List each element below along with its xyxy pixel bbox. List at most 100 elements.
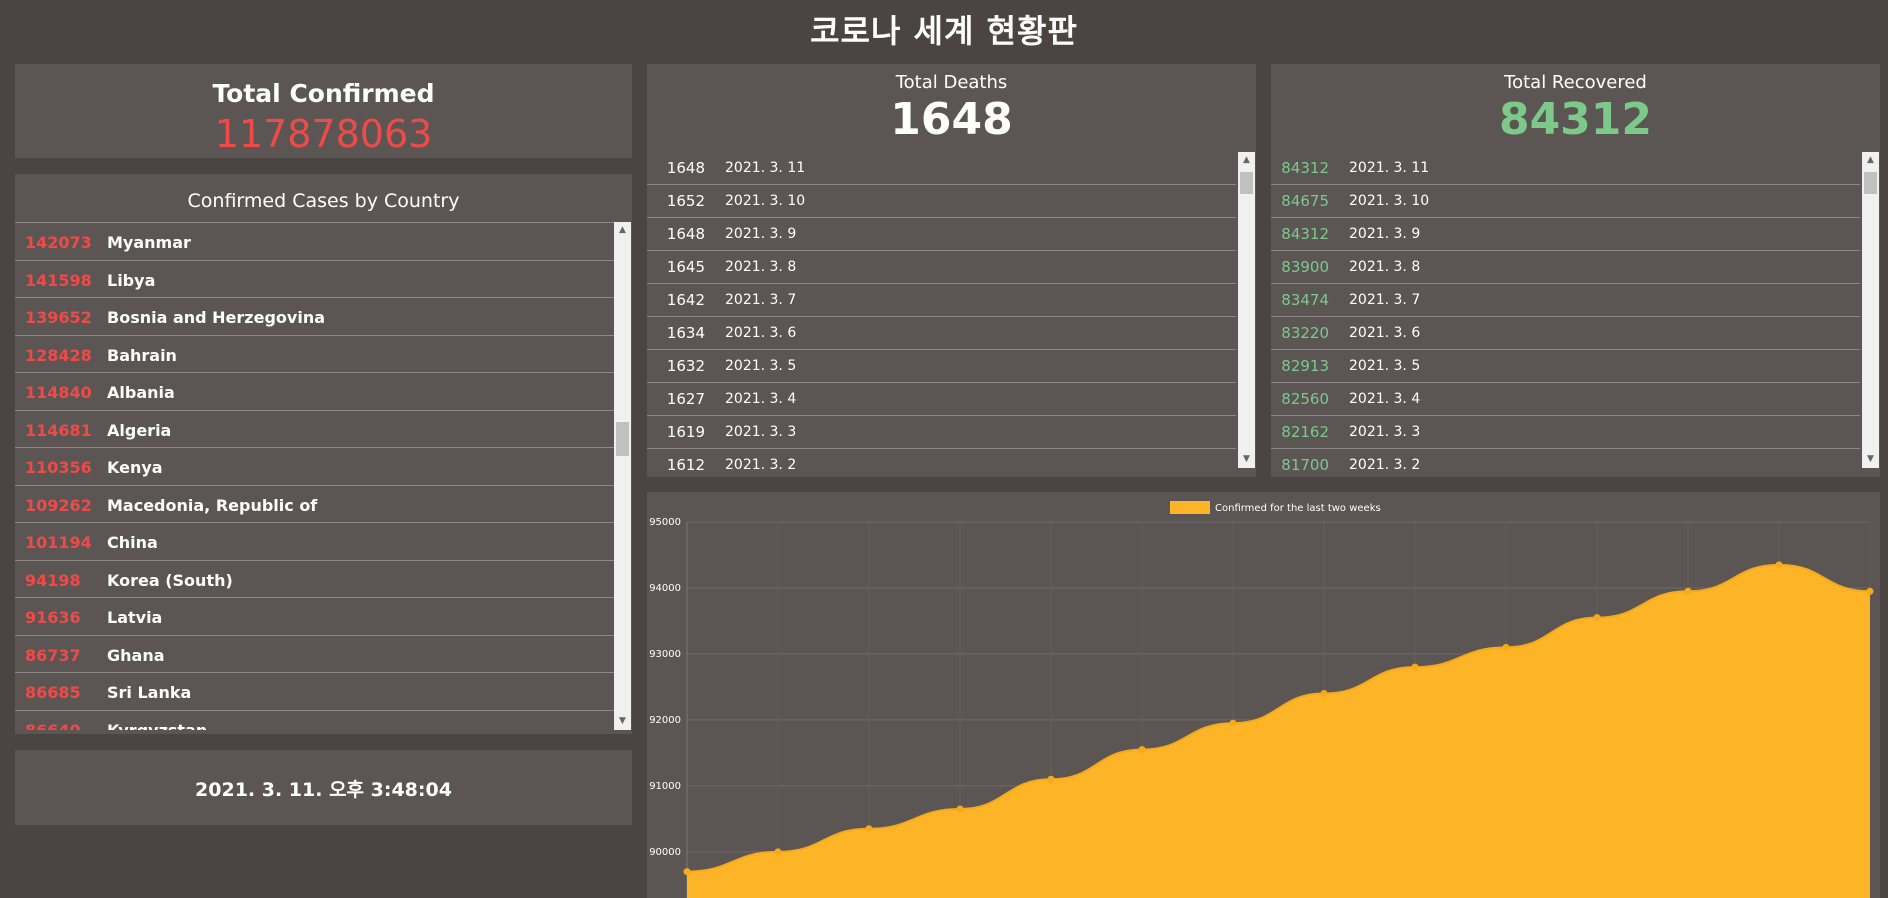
recovered-history-row: 84312 2021. 3. 9 <box>1271 218 1860 251</box>
deaths-history-row: 1619 2021. 3. 3 <box>647 416 1236 449</box>
scroll-up-arrow-icon[interactable]: ▲ <box>614 222 631 239</box>
deaths-history-row: 1648 2021. 3. 9 <box>647 218 1236 251</box>
country-count: 110356 <box>25 458 92 477</box>
deaths-history-date: 2021. 3. 3 <box>725 424 797 440</box>
country-row: 114681 Algeria <box>15 409 614 448</box>
country-count: 142073 <box>25 233 92 252</box>
recovered-history-date: 2021. 3. 9 <box>1349 226 1421 242</box>
data-point <box>774 848 782 856</box>
country-count: 91636 <box>25 608 81 627</box>
country-row: 141598 Libya <box>15 259 614 298</box>
data-point <box>1411 663 1419 671</box>
deaths-history-date: 2021. 3. 10 <box>725 193 806 209</box>
y-tick-label: 93000 <box>649 649 681 660</box>
y-tick-label: 91000 <box>649 781 681 792</box>
recovered-history-count: 83220 <box>1281 324 1329 342</box>
deaths-history-count: 1645 <box>666 258 705 276</box>
scroll-up-arrow-icon[interactable]: ▲ <box>1862 152 1879 169</box>
total-recovered-label: Total Recovered <box>1504 72 1647 93</box>
data-point <box>1775 561 1783 569</box>
country-name: Albania <box>107 383 175 402</box>
page-title: 코로나 세계 현황판 <box>810 12 1078 50</box>
country-row: 86737 Ghana <box>15 634 614 673</box>
country-list[interactable]: 142073 Myanmar 141598 Libya 139652 Bosnia and… <box>15 222 614 730</box>
country-count: 141598 <box>25 270 92 290</box>
scroll-down-arrow-icon[interactable]: ▼ <box>1862 451 1879 468</box>
country-name: Korea (South) <box>107 570 233 590</box>
recovered-history-list[interactable]: 84312 2021. 3. 11 84675 2021. 3. 10 84312 202… <box>1271 152 1860 477</box>
scroll-thumb[interactable] <box>1864 172 1877 194</box>
country-name: Myanmar <box>107 233 191 252</box>
total-deaths-value: 1648 <box>890 94 1013 145</box>
deaths-history-row: 1612 2021. 3. 2 <box>647 449 1236 477</box>
deaths-history-count: 1634 <box>666 324 705 342</box>
scroll-down-arrow-icon[interactable]: ▼ <box>1238 451 1255 468</box>
recovered-history-date: 2021. 3. 2 <box>1349 457 1421 473</box>
chart-panel: 90000 91000 92000 93000 94000 95000 Confirmed … <box>647 492 1880 898</box>
recovered-history-count: 81700 <box>1281 456 1329 474</box>
scroll-thumb[interactable] <box>1240 172 1253 194</box>
data-point <box>1684 587 1692 595</box>
data-point <box>1593 614 1601 622</box>
recovered-history-count: 84675 <box>1281 192 1329 210</box>
recovered-history-row: 84312 2021. 3. 11 <box>1271 152 1860 185</box>
recovered-history-count: 83474 <box>1281 291 1329 309</box>
y-tick-label: 90000 <box>649 847 681 858</box>
deaths-history-row: 1627 2021. 3. 4 <box>647 383 1236 416</box>
data-point <box>1138 746 1146 754</box>
scroll-down-arrow-icon[interactable]: ▼ <box>614 713 631 730</box>
deaths-history-row: 1652 2021. 3. 10 <box>647 185 1236 218</box>
recovered-history-row: 83474 2021. 3. 7 <box>1271 284 1860 317</box>
recovered-history-date: 2021. 3. 3 <box>1349 424 1421 440</box>
recovered-history-date: 2021. 3. 4 <box>1349 391 1421 407</box>
recovered-history-date: 2021. 3. 6 <box>1349 325 1421 341</box>
deaths-history-date: 2021. 3. 2 <box>725 457 797 473</box>
country-name: Algeria <box>107 420 172 440</box>
deaths-history-date: 2021. 3. 9 <box>725 226 797 242</box>
recovered-history-count: 82162 <box>1281 423 1329 441</box>
deaths-history-row: 1642 2021. 3. 7 <box>647 284 1236 317</box>
recovered-history-date: 2021. 3. 5 <box>1349 358 1421 374</box>
data-point <box>683 868 691 876</box>
data-point <box>1229 719 1237 727</box>
country-row: 86685 Sri Lanka <box>15 672 614 710</box>
country-row: 110356 Kenya <box>15 447 614 485</box>
country-count: 114840 <box>25 383 92 402</box>
country-name: Bahrain <box>107 345 177 365</box>
country-count: 139652 <box>25 308 92 327</box>
deaths-history-count: 1648 <box>666 225 705 243</box>
total-recovered-value: 84312 <box>1498 94 1653 145</box>
deaths-history-row: 1632 2021. 3. 5 <box>647 350 1236 383</box>
recovered-list-scrollbar[interactable]: ▲ ▼ <box>1862 152 1879 468</box>
country-row: 86640 Kyrgyzstan <box>15 709 614 731</box>
timestamp-panel: 2021. 3. 11. 오후 3:48:04 <box>15 750 632 825</box>
recovered-history-count: 84312 <box>1281 225 1329 243</box>
scroll-up-arrow-icon[interactable]: ▲ <box>1238 152 1255 169</box>
data-point <box>1866 587 1874 595</box>
total-deaths-panel: Total Deaths 1648 1648 2021. 3. 11 1652 202… <box>647 64 1256 477</box>
total-confirmed-label: Total Confirmed <box>212 79 435 108</box>
total-recovered-panel: Total Recovered 84312 84312 2021. 3. 11 84… <box>1271 64 1880 477</box>
country-name: Kyrgyzstan <box>107 720 208 731</box>
deaths-history-count: 1619 <box>666 423 705 441</box>
deaths-history-count: 1612 <box>666 456 705 474</box>
recovered-history-row: 81700 2021. 3. 2 <box>1271 449 1860 477</box>
recovered-history-count: 82560 <box>1281 390 1329 408</box>
country-count: 128428 <box>25 345 92 365</box>
deaths-history-row: 1634 2021. 3. 6 <box>647 317 1236 350</box>
deaths-history-date: 2021. 3. 6 <box>725 325 797 341</box>
country-count: 86685 <box>25 683 81 702</box>
legend-label: Confirmed for the last two weeks <box>1215 503 1381 514</box>
deaths-history-list[interactable]: 1648 2021. 3. 11 1652 2021. 3. 10 1648 2021. … <box>647 152 1236 477</box>
country-list-scrollbar[interactable]: ▲ ▼ <box>614 222 631 730</box>
country-row: 94198 Korea (South) <box>15 559 614 598</box>
deaths-list-scrollbar[interactable]: ▲ ▼ <box>1238 152 1255 468</box>
total-confirmed-value: 117878063 <box>214 112 433 156</box>
data-point <box>956 805 964 813</box>
recovered-history-row: 83900 2021. 3. 8 <box>1271 251 1860 284</box>
country-name: Sri Lanka <box>107 683 192 702</box>
country-name: China <box>107 533 158 552</box>
scroll-thumb[interactable] <box>616 422 629 456</box>
deaths-history-date: 2021. 3. 5 <box>725 358 797 374</box>
country-count: 114681 <box>25 420 92 440</box>
